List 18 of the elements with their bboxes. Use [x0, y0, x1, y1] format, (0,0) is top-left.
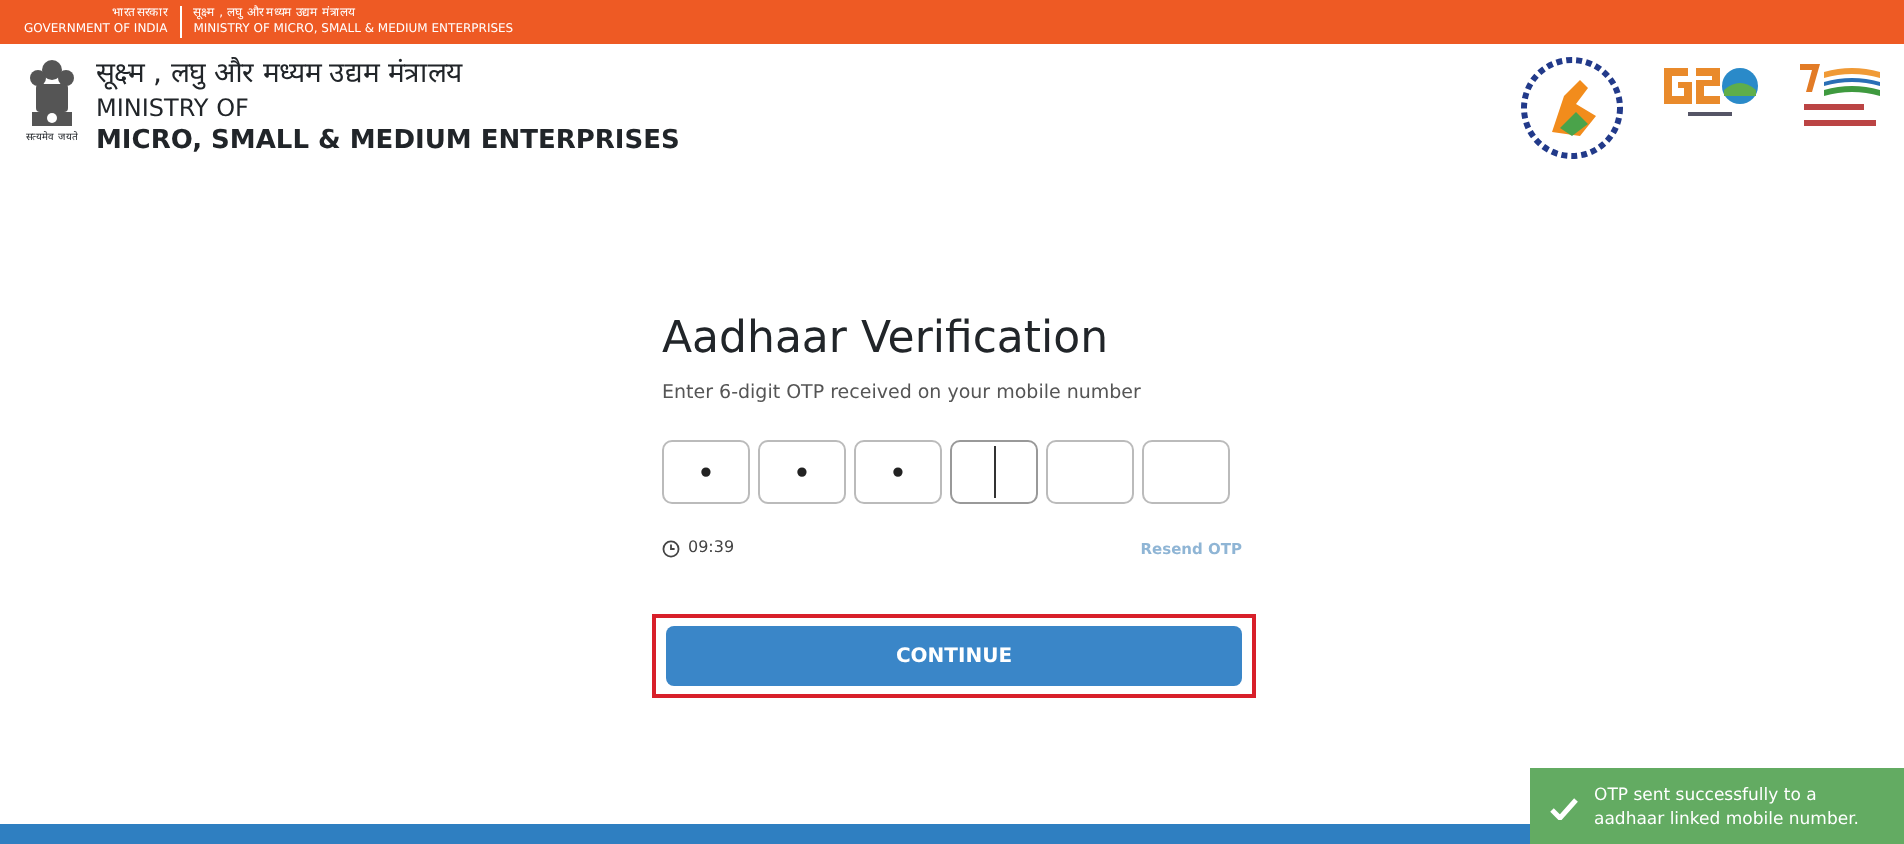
otp-digit-field[interactable]	[1046, 440, 1134, 505]
clock-icon	[662, 539, 680, 558]
ministry-title: MINISTRY OF	[96, 92, 251, 124]
toast-message: OTP sent successfully to a aadhaar linked mobile number.	[1594, 786, 1859, 830]
bird-emblem-icon	[1520, 56, 1624, 160]
countdown-timer: 09:39	[688, 536, 735, 561]
page-title: Aadhaar Verification	[662, 312, 1111, 368]
emblem-icon	[24, 56, 80, 132]
otp-digit-field[interactable]: •	[662, 440, 750, 505]
instruction-text: Enter 6-digit OTP received on your mobile number	[662, 380, 1143, 408]
ministry-name: MICRO, SMALL & MEDIUM ENTERPRISES	[96, 124, 680, 160]
otp-digit-field[interactable]	[1142, 440, 1230, 505]
ministry-hindi-title: सूक्ष्म , लघु और मध्यम उद्यम मंत्रालय	[96, 56, 465, 92]
continue-button[interactable]: CONTINUE	[666, 626, 1242, 687]
check-icon	[1550, 798, 1578, 820]
otp-digit-field[interactable]: •	[758, 440, 846, 505]
otp-digit-field[interactable]	[950, 440, 1038, 505]
otp-digit-field[interactable]: •	[854, 440, 942, 505]
